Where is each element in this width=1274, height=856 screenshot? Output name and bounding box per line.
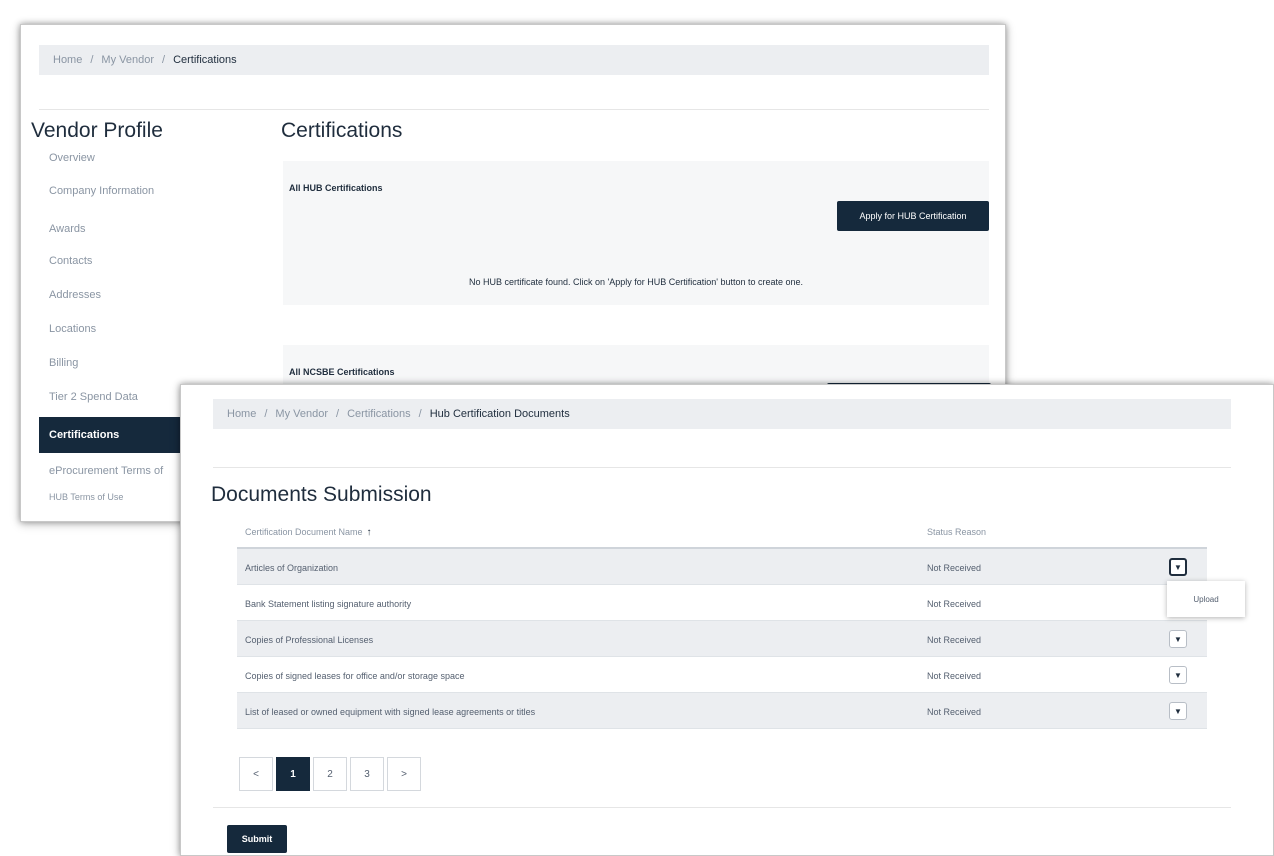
documents-submission-window: Home / My Vendor / Certifications / Hub … xyxy=(180,384,1274,856)
sidebar-item-awards[interactable]: Awards xyxy=(39,213,189,245)
breadcrumb-my-vendor[interactable]: My Vendor xyxy=(101,54,154,66)
breadcrumb-home[interactable]: Home xyxy=(227,408,256,420)
panel-label: All NCSBE Certifications xyxy=(289,367,395,377)
chevron-down-icon: ▼ xyxy=(1174,670,1182,680)
chevron-down-icon: ▼ xyxy=(1174,706,1182,716)
sort-up-arrow-icon[interactable]: ↑ xyxy=(367,527,372,538)
column-header-status-reason[interactable]: Status Reason xyxy=(927,527,986,537)
breadcrumb-separator: / xyxy=(162,54,166,66)
status-reason: Not Received xyxy=(927,707,982,717)
row-action-menu: Upload xyxy=(1167,581,1245,617)
chevron-down-icon: ▼ xyxy=(1174,634,1182,644)
sidebar-item-certifications[interactable]: Certifications xyxy=(39,417,189,453)
pagination-page-3[interactable]: 3 xyxy=(350,757,384,791)
apply-hub-certification-button[interactable]: Apply for HUB Certification xyxy=(837,201,989,231)
sidebar-item-billing[interactable]: Billing xyxy=(39,347,189,379)
column-header-label: Certification Document Name xyxy=(245,527,363,537)
sidebar-item-addresses[interactable]: Addresses xyxy=(39,279,189,311)
breadcrumb-home[interactable]: Home xyxy=(53,54,82,66)
breadcrumb-separator: / xyxy=(418,408,422,420)
breadcrumb-my-vendor[interactable]: My Vendor xyxy=(275,408,328,420)
divider xyxy=(213,807,1231,808)
table-row: List of leased or owned equipment with s… xyxy=(237,693,1207,729)
document-name: List of leased or owned equipment with s… xyxy=(245,707,536,717)
submit-button[interactable]: Submit xyxy=(227,825,287,853)
breadcrumb-certifications: Certifications xyxy=(173,54,237,66)
status-reason: Not Received xyxy=(927,563,982,573)
sidebar-item-contacts[interactable]: Contacts xyxy=(39,245,189,277)
sidebar-item-locations[interactable]: Locations xyxy=(39,313,189,345)
breadcrumb: Home / My Vendor / Certifications xyxy=(39,45,989,75)
divider xyxy=(39,109,989,110)
status-reason: Not Received xyxy=(927,671,982,681)
sidebar-item-company-information[interactable]: Company Information xyxy=(39,175,189,207)
document-name: Bank Statement listing signature authori… xyxy=(245,599,412,609)
breadcrumb-separator: / xyxy=(264,408,268,420)
upload-menu-item[interactable]: Upload xyxy=(1193,595,1218,604)
sidebar-item-hub-terms-of-use[interactable]: HUB Terms of Use xyxy=(39,485,189,509)
pagination-page-1[interactable]: 1 xyxy=(276,757,310,791)
pagination-next-button[interactable]: > xyxy=(387,757,421,791)
page-title: Certifications xyxy=(281,119,403,142)
sidebar-item-eprocurement-terms[interactable]: eProcurement Terms of xyxy=(39,455,189,487)
divider xyxy=(213,467,1231,468)
sidebar-item-overview[interactable]: Overview xyxy=(39,145,189,171)
chevron-down-icon: ▼ xyxy=(1174,562,1182,572)
row-action-dropdown-button[interactable]: ▼ xyxy=(1169,558,1187,576)
table-row: Bank Statement listing signature authori… xyxy=(237,585,1207,621)
sidebar-item-tier-2-spend-data[interactable]: Tier 2 Spend Data xyxy=(39,381,189,413)
row-action-dropdown-button[interactable]: ▼ xyxy=(1169,666,1187,684)
hub-certifications-panel: All HUB Certifications Apply for HUB Cer… xyxy=(283,161,989,305)
status-reason: Not Received xyxy=(927,599,982,609)
breadcrumb-separator: / xyxy=(336,408,340,420)
table-row: Articles of Organization Not Received ▼ xyxy=(237,549,1207,585)
breadcrumb: Home / My Vendor / Certifications / Hub … xyxy=(213,399,1231,429)
breadcrumb-hub-certification-documents: Hub Certification Documents xyxy=(429,408,570,420)
panel-label: All HUB Certifications xyxy=(289,183,383,193)
pagination: < 1 2 3 > xyxy=(239,757,424,791)
table-header: Certification Document Name ↑ Status Reas… xyxy=(237,519,1207,549)
document-name: Copies of signed leases for office and/o… xyxy=(245,671,465,681)
page-title: Documents Submission xyxy=(211,483,432,506)
sidebar-title: Vendor Profile xyxy=(31,119,163,142)
document-name: Copies of Professional Licenses xyxy=(245,635,374,645)
table-row: Copies of Professional Licenses Not Rece… xyxy=(237,621,1207,657)
breadcrumb-separator: / xyxy=(90,54,94,66)
row-action-dropdown-button[interactable]: ▼ xyxy=(1169,630,1187,648)
column-header-document-name[interactable]: Certification Document Name ↑ xyxy=(245,527,372,538)
empty-state-message: No HUB certificate found. Click on 'Appl… xyxy=(468,277,804,287)
pagination-prev-button[interactable]: < xyxy=(239,757,273,791)
breadcrumb-certifications[interactable]: Certifications xyxy=(347,408,411,420)
row-action-dropdown-button[interactable]: ▼ xyxy=(1169,702,1187,720)
document-name: Articles of Organization xyxy=(245,563,339,573)
status-reason: Not Received xyxy=(927,635,982,645)
table-row: Copies of signed leases for office and/o… xyxy=(237,657,1207,693)
pagination-page-2[interactable]: 2 xyxy=(313,757,347,791)
